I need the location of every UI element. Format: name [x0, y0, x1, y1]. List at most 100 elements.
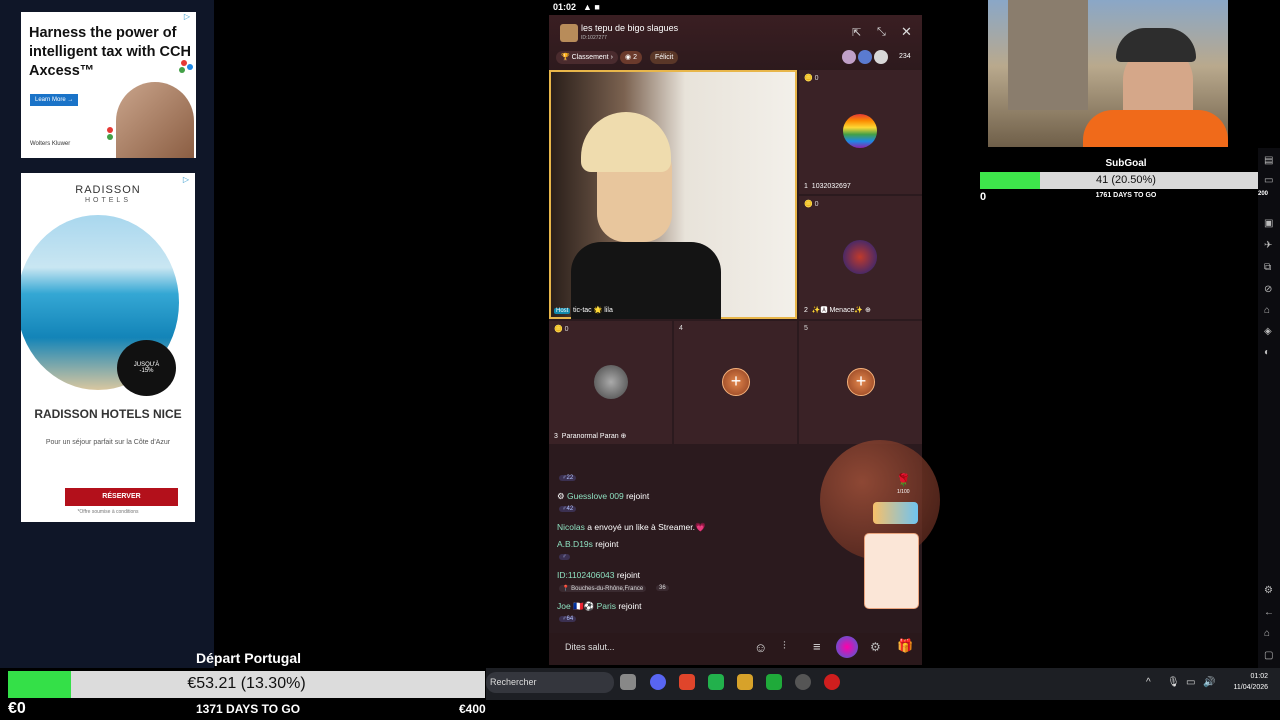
tool-icon-6[interactable]: ⊘: [1264, 284, 1272, 295]
microphone-icon[interactable]: 🎙: [1167, 677, 1180, 688]
seat-coins: 🪙 0: [554, 326, 569, 333]
brave-icon[interactable]: [679, 674, 695, 690]
task-view-icon[interactable]: [620, 674, 636, 690]
seat-name: 1 1032032697: [804, 183, 851, 190]
viewer-count: 234: [899, 53, 911, 60]
bottom-goal-target: €400: [459, 702, 486, 716]
tool-icon-4[interactable]: ✈: [1264, 240, 1272, 251]
menu-icon[interactable]: ≡: [813, 639, 821, 654]
radisson-logo: RADISSON: [75, 184, 141, 196]
chat-message: Joe 🇫🇷⚽ Paris rejoint: [557, 601, 642, 611]
subgoal-target: 200: [1258, 191, 1269, 197]
reserve-button[interactable]: RÉSERVER: [65, 488, 178, 506]
ad-choices-icon[interactable]: ▷: [184, 12, 190, 21]
chat-message: ⚙ Guesslove 009 rejoint: [557, 491, 650, 501]
seat-1[interactable]: 🪙 0 1 1032032697: [799, 70, 922, 194]
taskbar-search[interactable]: Rechercher: [486, 672, 614, 693]
seat-5-empty[interactable]: 5 +: [799, 321, 922, 444]
ad-fine-print: *Offre soumise à conditions: [77, 509, 139, 515]
radisson-ad[interactable]: ▷ RADISSON HOTELS JUSQU'À -15% RADISSON …: [21, 173, 195, 522]
felicit-pill[interactable]: Félicit: [650, 51, 679, 64]
tool-icon-5[interactable]: ⧉: [1264, 262, 1271, 273]
settings-icon[interactable]: ⚙: [1264, 585, 1273, 596]
felicit-label: Félicit: [655, 54, 674, 61]
gift-icon[interactable]: 🎁: [897, 638, 913, 654]
tool-icon-8[interactable]: ◈: [1264, 326, 1272, 337]
clock-date[interactable]: 11/04/2026: [1224, 684, 1268, 691]
seat-name: 3 Paranormal Paran ⊕: [554, 433, 627, 440]
tray-chevron-icon[interactable]: ^: [1146, 677, 1151, 688]
seat-avatar: [594, 365, 628, 399]
tool-icon-1[interactable]: ▤: [1264, 155, 1273, 166]
seat-2[interactable]: 🪙 0 2 ✨🅰 Menace✨ ⊕: [799, 196, 922, 319]
streamer-shirt: [1083, 110, 1228, 147]
chat-extra: 36: [656, 585, 669, 591]
cch-axcess-ad[interactable]: ▷ Harness the power of intelligent tax w…: [21, 12, 196, 158]
tools-icon[interactable]: ⚙: [870, 640, 881, 654]
status-bar: 01:02 ▲ ■: [549, 0, 922, 15]
audio-icon[interactable]: ⫶: [783, 640, 786, 653]
room-title: les tepu de bigo slagues: [581, 23, 679, 33]
status-time: 01:02: [553, 2, 577, 12]
chat-message: ID:1102406043 rejoint: [557, 570, 641, 580]
church-tower: [1008, 0, 1088, 110]
recent-apps-icon[interactable]: ▢: [1264, 650, 1273, 661]
volume-icon[interactable]: 🔊: [1203, 677, 1215, 688]
seat-coins: 🪙 0: [804, 75, 819, 82]
back-icon[interactable]: ←: [1264, 607, 1274, 618]
learn-more-button[interactable]: Learn More →: [30, 94, 79, 106]
chat-badge: ♂42: [559, 506, 577, 512]
host-name: tic-tac 🌟 lila: [573, 307, 613, 314]
host-video-seat[interactable]: Host tic-tac 🌟 lila: [549, 70, 797, 319]
chat-badge: ♂22: [559, 475, 577, 481]
pk-banner[interactable]: [873, 502, 918, 524]
network-icon[interactable]: ▭: [1186, 677, 1195, 688]
radisson-logo-sub: HOTELS: [84, 197, 131, 204]
ad-subtitle: Pour un séjour parfait sur la Côte d'Azu…: [45, 439, 171, 446]
chat-input[interactable]: Dites salut...: [565, 642, 615, 652]
discount-line2: -15%: [139, 368, 154, 374]
home-icon[interactable]: ⌂: [1264, 628, 1270, 639]
stack-icon[interactable]: [737, 674, 753, 690]
ranking-button[interactable]: 🏆 Classement ›: [556, 51, 618, 64]
webcam-feed: [988, 0, 1228, 147]
chat-badge: ♂64: [559, 616, 577, 622]
share-icon[interactable]: ⇱: [852, 26, 861, 39]
seat-name: 2 ✨🅰 Menace✨ ⊕: [804, 307, 871, 314]
tool-icon-2[interactable]: ▭: [1264, 175, 1273, 186]
seat-4-empty[interactable]: 4 +: [674, 321, 797, 444]
clock-time[interactable]: 01:02: [1224, 673, 1268, 680]
emoji-icon[interactable]: ☺: [754, 640, 767, 655]
host-hair: [581, 112, 671, 172]
discord-icon[interactable]: [650, 674, 666, 690]
coins-pill[interactable]: ◉ 2: [620, 51, 642, 64]
tool-icon-9[interactable]: ◐: [1264, 347, 1270, 358]
youtube-icon[interactable]: [824, 674, 840, 690]
ranking-label: Classement: [571, 54, 609, 61]
event-banner[interactable]: [864, 533, 919, 609]
notification-icon: ▲ ■: [583, 2, 600, 12]
seat-3[interactable]: 🪙 0 3 Paranormal Paran ⊕: [549, 321, 672, 444]
room-avatar[interactable]: [560, 24, 578, 42]
room-id: ID:1027277: [581, 35, 607, 41]
bottom-goal-title: Départ Portugal: [196, 650, 302, 666]
close-icon[interactable]: ✕: [901, 24, 912, 40]
rose-gift-icon[interactable]: 🌹: [896, 473, 911, 487]
game-icon[interactable]: [836, 636, 858, 658]
tool-icon-7[interactable]: ⌂: [1264, 305, 1270, 316]
join-seat-icon[interactable]: +: [722, 368, 750, 396]
viewer-avatars[interactable]: [842, 50, 888, 64]
ad-choices-icon[interactable]: ▷: [183, 175, 189, 184]
minimize-icon[interactable]: ⤡: [877, 26, 886, 39]
spreadsheet-icon[interactable]: [708, 674, 724, 690]
ad-headline: Harness the power of intelligent tax wit…: [29, 25, 191, 79]
join-seat-icon[interactable]: +: [847, 368, 875, 396]
chrome-icon[interactable]: [795, 674, 811, 690]
chat-message: A.B.D19s rejoint: [557, 539, 619, 549]
seat-coins: 🪙 0: [804, 201, 819, 208]
tool-icon-3[interactable]: ▣: [1264, 218, 1273, 229]
chat-location: 📍 Bouches-du-Rhône,France: [559, 585, 647, 592]
chat-badge: ♂: [559, 554, 570, 560]
play-icon[interactable]: [766, 674, 782, 690]
seat-index: 5: [804, 325, 808, 332]
